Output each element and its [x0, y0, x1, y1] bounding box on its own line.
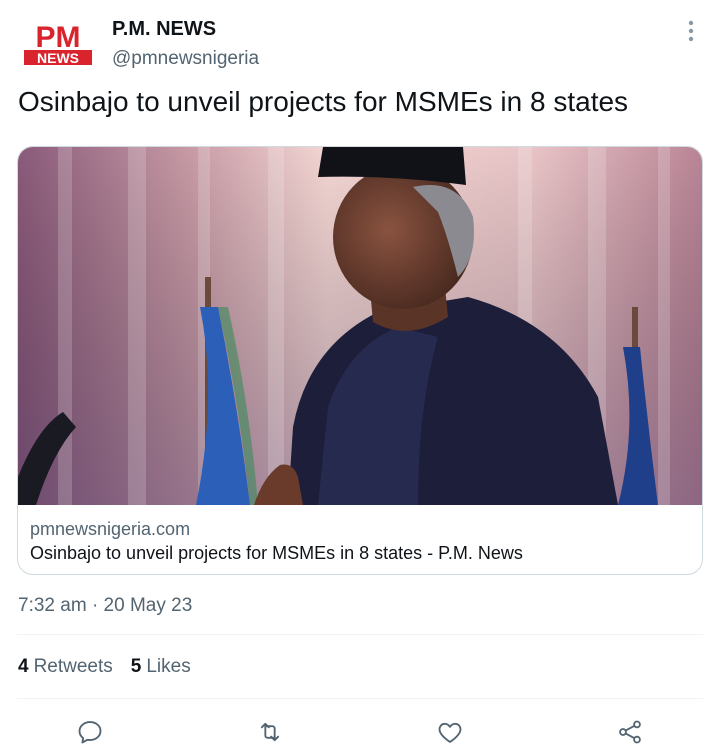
- reply-button[interactable]: [72, 714, 108, 750]
- svg-text:NEWS: NEWS: [37, 50, 79, 66]
- meta-separator: ·: [91, 595, 99, 616]
- tweet-timestamp: 7:32 am · 20 May 23: [18, 595, 192, 617]
- reply-icon: [78, 721, 102, 744]
- likes-count: 5: [130, 656, 142, 677]
- retweets-label: Retweets: [33, 656, 113, 677]
- divider: [17, 698, 703, 699]
- tweet-date-link[interactable]: 20 May 23: [104, 595, 193, 616]
- like-icon: [438, 722, 462, 743]
- article-photo: [18, 147, 702, 505]
- author-avatar[interactable]: PM NEWS: [22, 20, 94, 68]
- retweet-icon: [260, 722, 280, 742]
- retweet-button[interactable]: [252, 714, 288, 750]
- more-icon: [688, 20, 694, 42]
- retweets-stat[interactable]: 4 Retweets: [18, 656, 113, 678]
- more-options-button[interactable]: [676, 16, 706, 46]
- share-button[interactable]: [612, 714, 648, 750]
- author-handle[interactable]: @pmnewsnigeria: [112, 48, 259, 70]
- action-bar: [0, 714, 720, 750]
- share-icon: [619, 720, 641, 744]
- likes-stat[interactable]: 5 Likes: [131, 656, 191, 678]
- retweets-count: 4: [18, 656, 29, 677]
- divider: [17, 634, 703, 635]
- link-card[interactable]: pmnewsnigeria.com Osinbajo to unveil pro…: [17, 146, 703, 575]
- link-card-image: [18, 147, 702, 505]
- author-name[interactable]: P.M. NEWS: [112, 18, 216, 41]
- engagement-stats: 4 Retweets 5 Likes: [18, 656, 191, 678]
- like-button[interactable]: [432, 714, 468, 750]
- link-card-domain: pmnewsnigeria.com: [30, 519, 191, 539]
- likes-label: Likes: [146, 656, 191, 677]
- link-card-title: Osinbajo to unveil projects for MSMEs in…: [30, 543, 523, 563]
- pm-news-logo: PM NEWS: [24, 21, 92, 66]
- tweet-text: Osinbajo to unveil projects for MSMEs in…: [18, 86, 629, 117]
- tweet-time-link[interactable]: 7:32 am: [18, 595, 87, 616]
